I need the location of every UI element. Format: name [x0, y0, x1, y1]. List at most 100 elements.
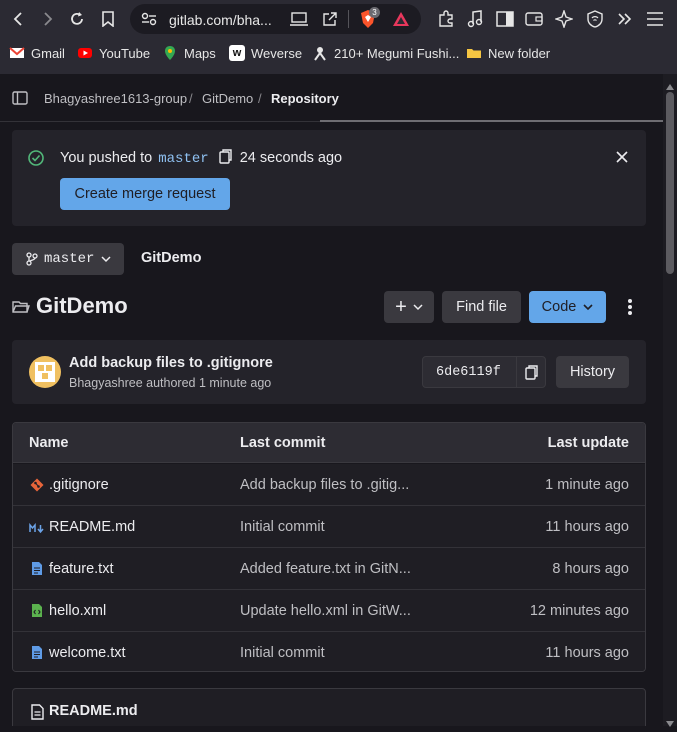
forward-icon[interactable] [35, 7, 59, 31]
share-icon[interactable] [322, 11, 338, 32]
bookmark-label: 210+ Megumi Fushi... [334, 45, 460, 61]
commit-sha[interactable]: 6de6119f [436, 365, 501, 380]
commit-author: Bhagyashree authored 1 minute ago [69, 376, 272, 390]
bookmark-new-folder[interactable]: New folder [466, 45, 550, 61]
bookmark-weverse[interactable]: w Weverse [229, 45, 302, 61]
copy-sha-icon[interactable] [525, 365, 538, 385]
close-icon[interactable] [616, 150, 628, 168]
weverse-icon: w [229, 45, 245, 61]
url-text[interactable]: gitlab.com/bha... [169, 12, 272, 28]
leo-ai-icon[interactable] [552, 7, 576, 31]
last-commit-panel: Add backup files to .gitignore Bhagyashr… [12, 340, 646, 404]
bookmark-label: Gmail [31, 45, 65, 61]
table-row[interactable]: welcome.txt Initial commit 11 hours ago [13, 632, 645, 671]
scroll-down-arrow-icon[interactable] [666, 714, 674, 732]
vpn-icon[interactable] [583, 7, 607, 31]
breadcrumb-project[interactable]: GitDemo [202, 91, 253, 106]
table-row[interactable]: feature.txt Added feature.txt in GitN...… [13, 548, 645, 590]
top-bar: Bhagyashree1613-group / GitDemo / Reposi… [0, 74, 663, 122]
branch-selector[interactable]: master [12, 243, 124, 275]
commit-link[interactable]: Initial commit [240, 645, 325, 661]
file-icon [31, 704, 44, 725]
bookmark-maps[interactable]: Maps [162, 45, 216, 61]
bookmark-megumi[interactable]: 210+ Megumi Fushi... [312, 45, 459, 61]
folder-icon [467, 49, 481, 58]
gitlab-page: Bhagyashree1613-group / GitDemo / Reposi… [0, 74, 663, 726]
table-row[interactable]: .gitignore Add backup files to .gitig...… [13, 464, 645, 506]
readme-title[interactable]: README.md [49, 703, 138, 719]
bookmark-label: Weverse [251, 45, 303, 61]
add-dropdown-button[interactable]: + [384, 291, 434, 323]
commit-link[interactable]: Initial commit [240, 519, 325, 535]
project-breadcrumb[interactable]: GitDemo [141, 250, 201, 266]
chevron-down-icon [583, 304, 593, 311]
music-icon[interactable] [463, 7, 487, 31]
alert-message: You pushed to master 24 seconds ago [60, 149, 342, 168]
file-name-link[interactable]: hello.xml [49, 603, 106, 619]
browser-chrome: gitlab.com/bha... 3 Gmail YouTube Maps w… [0, 0, 677, 74]
site-settings-icon[interactable] [141, 12, 157, 31]
browser-toolbar: gitlab.com/bha... 3 [0, 0, 677, 38]
updated-time: 8 hours ago [552, 561, 629, 577]
commit-link[interactable]: Added feature.txt in GitN... [240, 561, 411, 577]
chevron-down-icon [101, 256, 111, 263]
file-name-link[interactable]: README.md [49, 519, 135, 535]
brave-shields-icon[interactable]: 3 [359, 7, 380, 34]
more-actions-icon[interactable] [627, 298, 633, 321]
file-name-link[interactable]: .gitignore [49, 477, 109, 493]
reload-icon[interactable] [65, 7, 89, 31]
table-row[interactable]: hello.xml Update hello.xml in GitW... 12… [13, 590, 645, 632]
sidebar-toggle-icon[interactable] [12, 91, 28, 110]
loading-bar [320, 120, 663, 122]
breadcrumb-current[interactable]: Repository [271, 91, 339, 106]
wallet-icon[interactable] [522, 7, 546, 31]
commit-link[interactable]: Update hello.xml in GitW... [240, 603, 411, 619]
breadcrumb-separator: / [189, 91, 193, 106]
commit-message-link[interactable]: Add backup files to .gitignore [69, 355, 273, 371]
alert-prefix: You pushed to [60, 150, 153, 166]
bookmark-label: Maps [184, 45, 216, 61]
code-dropdown-button[interactable]: Code [529, 291, 606, 323]
file-icon [31, 561, 43, 581]
branch-name: master [44, 251, 95, 267]
table-row[interactable]: README.md Initial commit 11 hours ago [13, 506, 645, 548]
alert-branch-link[interactable]: master [158, 151, 208, 167]
repo-title: GitDemo [36, 293, 128, 318]
folder-icon [12, 300, 30, 319]
updated-time: 12 minutes ago [529, 603, 629, 619]
anime-site-icon [314, 47, 326, 61]
avatar[interactable] [29, 356, 61, 388]
file-name-link[interactable]: feature.txt [49, 561, 113, 577]
cast-icon[interactable] [290, 12, 308, 31]
branch-icon [26, 252, 38, 266]
address-bar[interactable]: gitlab.com/bha... 3 [130, 4, 421, 34]
updated-time: 11 hours ago [545, 645, 629, 661]
bookmark-page-icon[interactable] [96, 7, 120, 31]
extensions-icon[interactable] [434, 7, 458, 31]
create-merge-request-button[interactable]: Create merge request [60, 178, 230, 210]
header-last-update: Last update [547, 435, 629, 451]
commit-link[interactable]: Add backup files to .gitig... [240, 477, 409, 493]
breadcrumb-group[interactable]: Bhagyashree1613-group [44, 91, 187, 106]
shields-badge: 3 [369, 7, 380, 18]
code-label: Code [541, 299, 577, 315]
more-tools-chevron-icon[interactable] [613, 7, 637, 31]
updated-time: 11 hours ago [545, 519, 629, 535]
markdown-icon [29, 521, 45, 539]
back-icon[interactable] [7, 7, 31, 31]
menu-icon[interactable] [643, 7, 667, 31]
bookmark-youtube[interactable]: YouTube [77, 45, 150, 61]
brave-rewards-icon[interactable] [392, 11, 410, 32]
bookmark-label: YouTube [99, 45, 151, 61]
find-file-button[interactable]: Find file [442, 291, 521, 323]
scrollbar-thumb[interactable] [666, 92, 674, 274]
file-name-link[interactable]: welcome.txt [49, 645, 126, 661]
page-scrollbar[interactable] [663, 74, 677, 727]
copy-icon[interactable] [218, 149, 232, 168]
breadcrumb-separator: / [258, 91, 262, 106]
bookmark-gmail[interactable]: Gmail [9, 45, 65, 61]
check-circle-icon [28, 150, 44, 171]
sha-divider [516, 357, 517, 387]
sidebar-toggle-icon[interactable] [493, 7, 517, 31]
history-button[interactable]: History [556, 356, 629, 388]
